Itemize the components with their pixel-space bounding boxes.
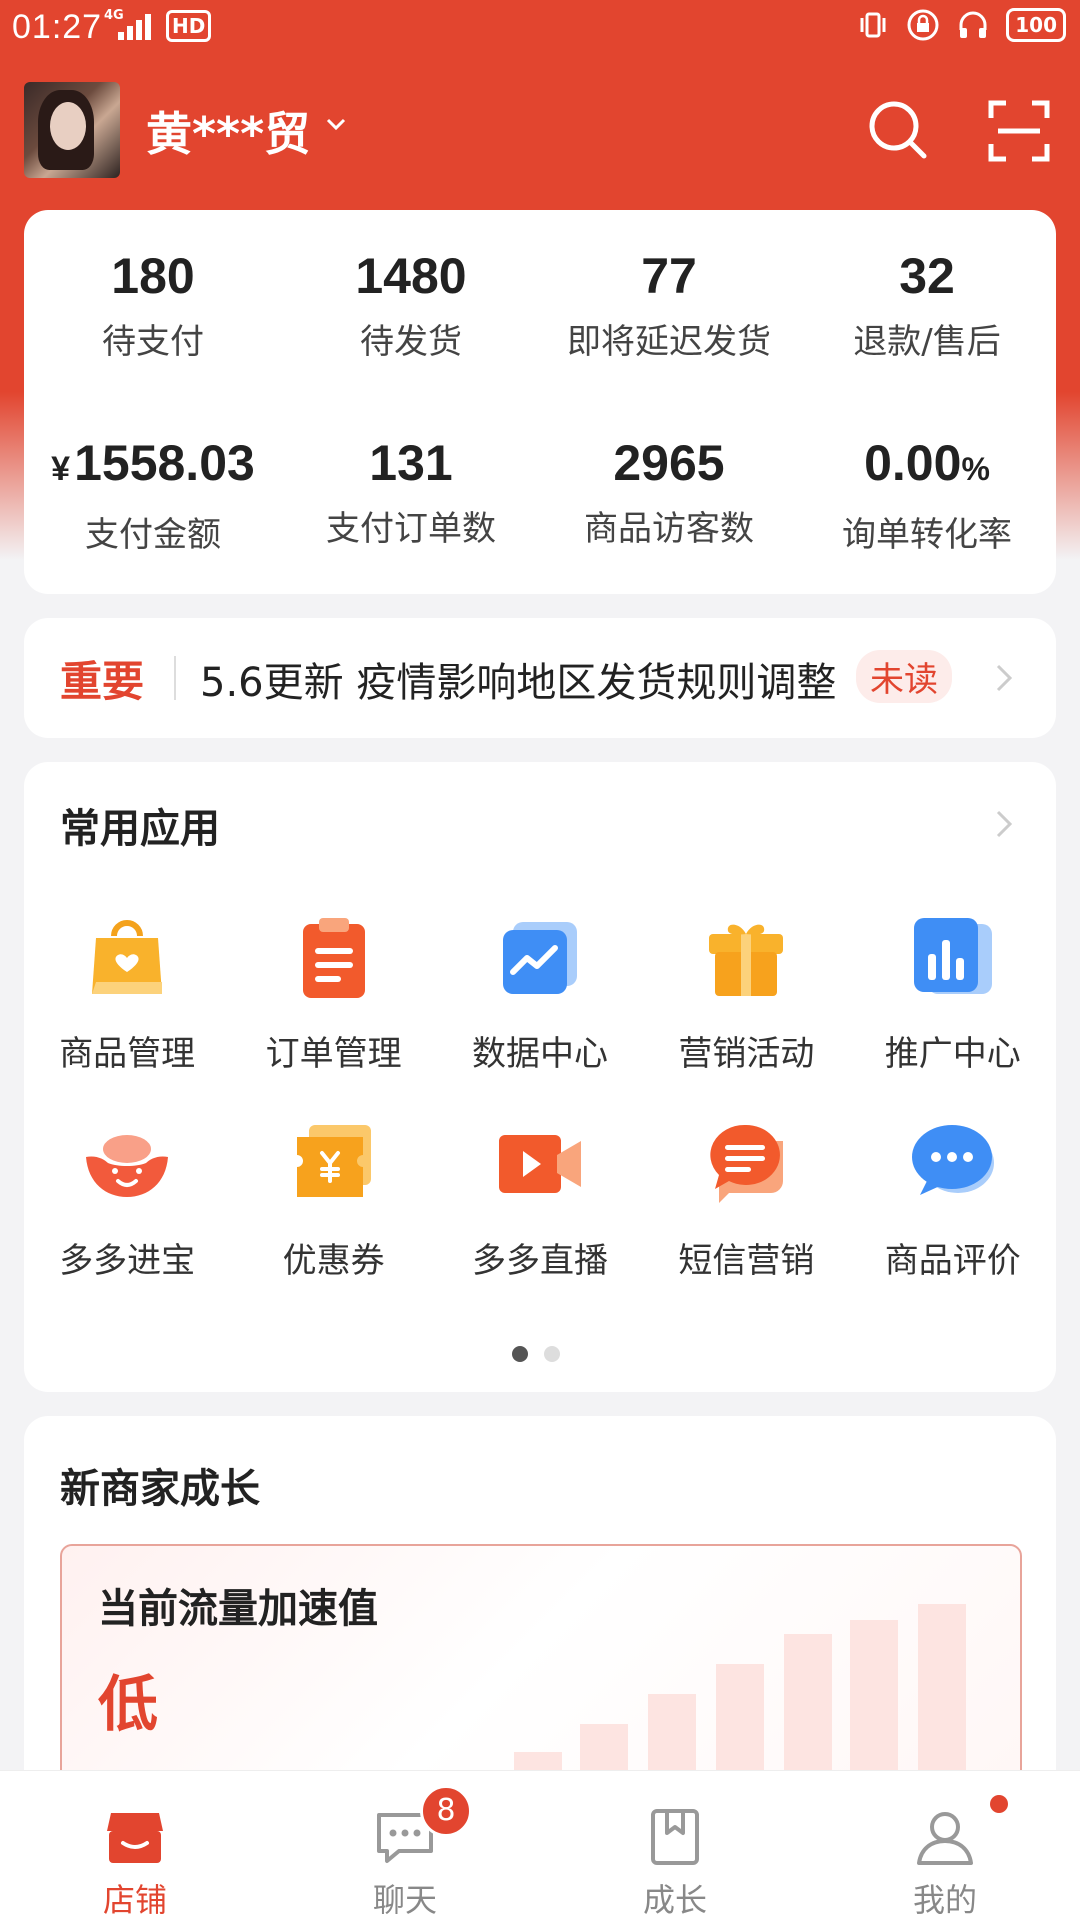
- section-title: 新商家成长: [60, 1466, 260, 1512]
- comment-bubble-icon: [911, 1125, 994, 1195]
- bottom-tab-bar: 店铺 聊天 8 成长 我的: [0, 1770, 1080, 1921]
- chevron-right-icon: [996, 664, 1013, 692]
- stat-refund-aftersale[interactable]: 32 退款/售后: [798, 246, 1056, 363]
- shop-icon: [107, 1813, 163, 1863]
- app-product-management[interactable]: 商品管理: [24, 912, 230, 1075]
- app-order-management[interactable]: 订单管理: [230, 912, 436, 1075]
- tab-growth[interactable]: 成长: [540, 1771, 810, 1921]
- bookmark-book-icon: [651, 1809, 699, 1865]
- coupon-icon: [296, 1125, 371, 1197]
- tab-mine[interactable]: 我的: [810, 1771, 1080, 1921]
- stat-conversion-rate[interactable]: 0.00% 询单转化率: [798, 433, 1056, 556]
- unread-count-badge: 8: [420, 1785, 472, 1837]
- chart-line-icon: [502, 922, 577, 994]
- currency-symbol: ¥: [51, 450, 71, 488]
- app-coupon[interactable]: 优惠券: [230, 1119, 436, 1282]
- gift-box-icon: [709, 924, 784, 996]
- hd-indicator: HD: [166, 10, 212, 42]
- clipboard-icon: [302, 918, 365, 998]
- app-marketing-activity[interactable]: 营销活动: [643, 912, 849, 1075]
- app-duoduo-jinbao[interactable]: 多多进宝: [24, 1119, 230, 1282]
- top-bar: 黄***贸: [0, 82, 1080, 182]
- app-data-center[interactable]: 数据中心: [437, 912, 643, 1075]
- unread-badge: 未读: [856, 650, 952, 703]
- page-indicator: [512, 1346, 560, 1362]
- app-sms-marketing[interactable]: 短信营销: [643, 1119, 849, 1282]
- page-dot: [544, 1346, 560, 1362]
- shop-name[interactable]: 黄***贸: [146, 98, 310, 164]
- scan-icon[interactable]: [988, 100, 1050, 162]
- tab-shop[interactable]: 店铺: [0, 1771, 270, 1921]
- app-promotion-center[interactable]: 推广中心: [850, 912, 1056, 1075]
- status-bar: 01:27 4G HD 100: [0, 0, 1080, 56]
- page-dot-active: [512, 1346, 528, 1362]
- battery-icon: 100: [1006, 8, 1066, 42]
- tab-chat[interactable]: 聊天 8: [270, 1771, 540, 1921]
- video-camera-icon: [498, 1135, 581, 1193]
- signal-icon: [118, 14, 154, 40]
- chevron-down-icon[interactable]: [322, 110, 350, 138]
- stats-card: 180 待支付 1480 待发货 77 即将延迟发货 32 退款/售后 ¥155…: [24, 210, 1056, 594]
- user-icon: [917, 1812, 973, 1865]
- divider: [174, 656, 176, 700]
- flow-title: 当前流量加速值: [98, 1586, 378, 1632]
- stat-paid-orders[interactable]: 131 支付订单数: [282, 433, 540, 556]
- notification-dot: [990, 1795, 1008, 1813]
- app-duoduo-live[interactable]: 多多直播: [437, 1119, 643, 1282]
- stat-pending-payment[interactable]: 180 待支付: [24, 246, 282, 363]
- chevron-right-icon[interactable]: [994, 808, 1016, 840]
- gold-ingot-icon: [86, 1135, 169, 1197]
- common-apps-card: 常用应用 商品管理 订单管理 数据中心 营销活动 推广中心 多多进宝 优惠券 多…: [24, 762, 1056, 1392]
- stat-pending-shipment[interactable]: 1480 待发货: [282, 246, 540, 363]
- notice-banner[interactable]: 重要 5.6更新 疫情影响地区发货规则调整 未读: [24, 618, 1056, 738]
- status-time: 01:27: [12, 8, 103, 46]
- bar-chart-icon: [913, 918, 992, 994]
- sms-bubble-icon: [710, 1124, 784, 1203]
- search-icon[interactable]: [866, 98, 930, 162]
- notice-text: 5.6更新 疫情影响地区发货规则调整: [200, 660, 837, 706]
- shopping-bag-icon: [92, 920, 163, 994]
- section-title: 常用应用: [60, 806, 220, 852]
- lock-rotation-icon: [907, 9, 939, 41]
- flow-level: 低: [98, 1670, 158, 1740]
- vibrate-icon: [860, 12, 886, 38]
- headphones-icon: [959, 11, 987, 38]
- avatar[interactable]: [24, 82, 120, 178]
- stat-delayed-shipment[interactable]: 77 即将延迟发货: [540, 246, 798, 363]
- app-product-review[interactable]: 商品评价: [850, 1119, 1056, 1282]
- stat-product-visitors[interactable]: 2965 商品访客数: [540, 433, 798, 556]
- notice-tag: 重要: [60, 657, 145, 706]
- stat-payment-amount[interactable]: ¥1558.03 支付金额: [24, 433, 282, 556]
